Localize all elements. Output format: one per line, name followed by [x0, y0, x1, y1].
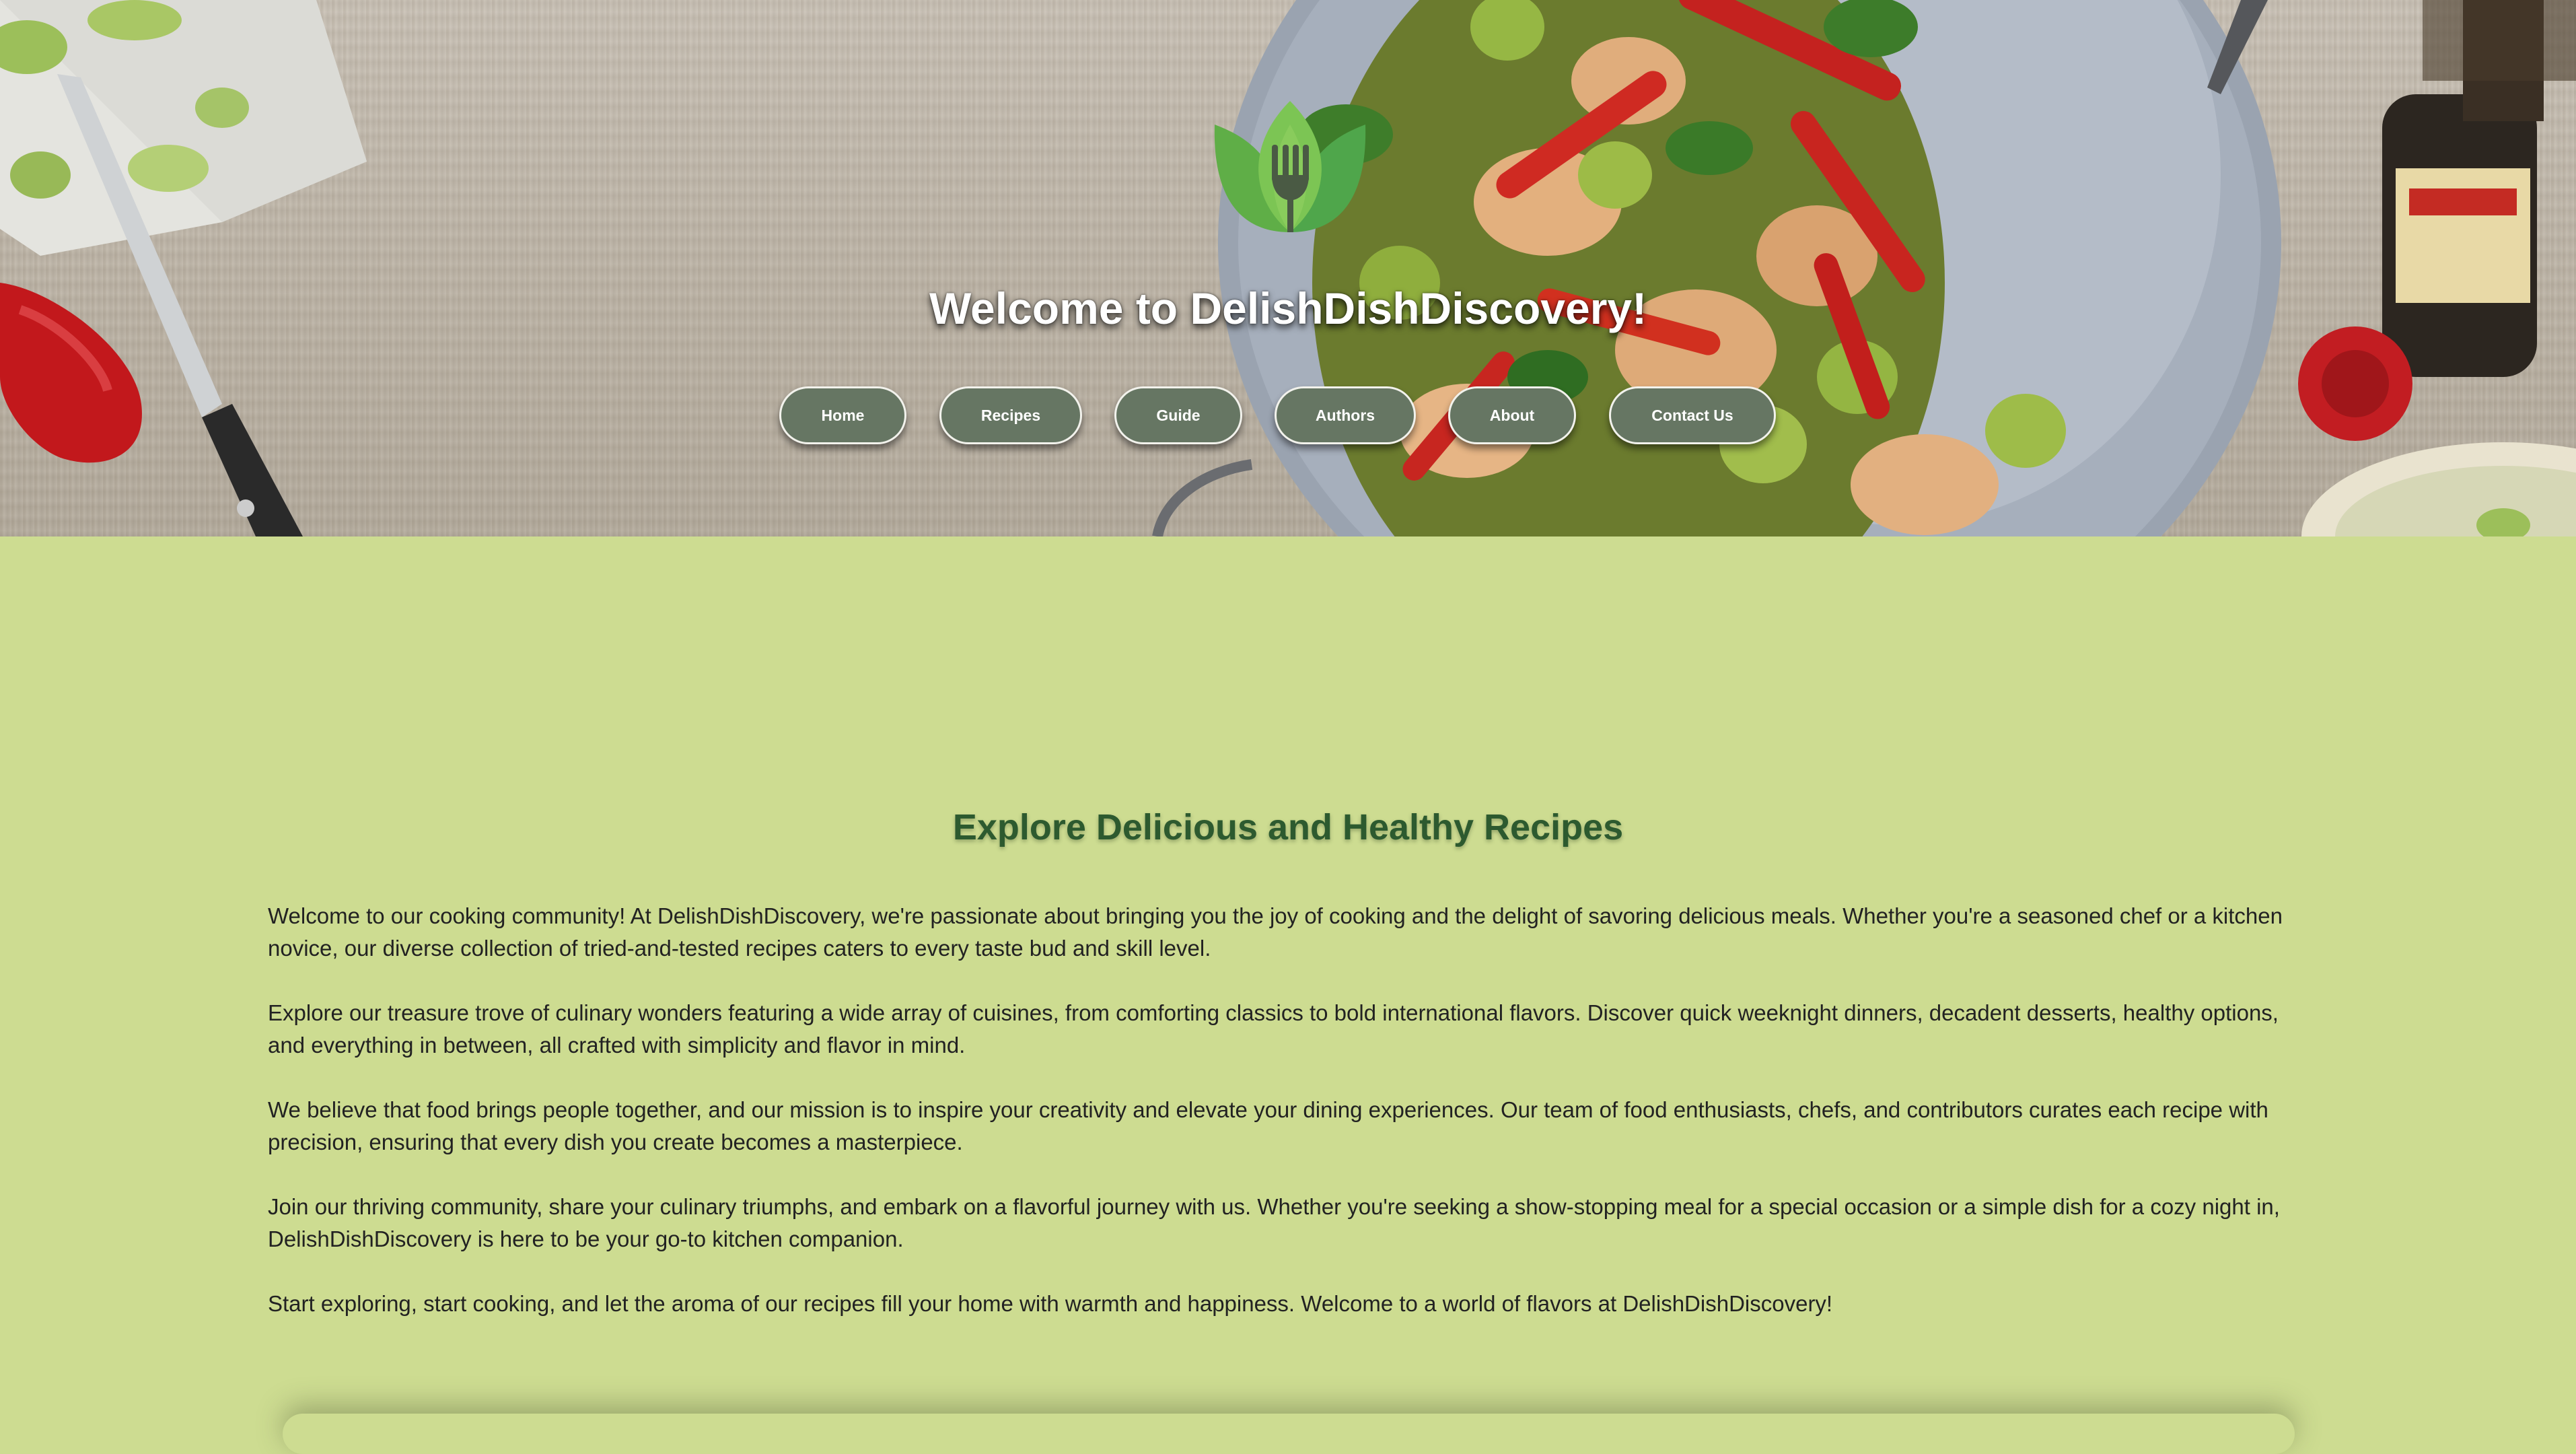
- nav-recipes-button[interactable]: Recipes: [939, 386, 1082, 444]
- nav-about-button[interactable]: About: [1448, 386, 1576, 444]
- section-heading: Explore Delicious and Healthy Recipes: [952, 807, 1624, 847]
- card-top-edge: [283, 1414, 2295, 1454]
- site-logo[interactable]: [1209, 98, 1371, 239]
- intro-paragraph: Start exploring, start cooking, and let …: [268, 1291, 1833, 1316]
- leaf-fork-logo-icon: [1214, 101, 1366, 232]
- nav-home-button[interactable]: Home: [779, 386, 906, 444]
- intro-paragraph: Welcome to our cooking community! At Del…: [268, 903, 2283, 961]
- hero-food-photo: [0, 0, 2576, 536]
- hero-title: Welcome to DelishDishDiscovery!: [929, 283, 1647, 333]
- intro-paragraph: We believe that food brings people toget…: [268, 1097, 2268, 1154]
- nav-authors-button[interactable]: Authors: [1275, 386, 1416, 444]
- hero-banner: Welcome to DelishDishDiscovery! Home Rec…: [0, 0, 2576, 536]
- nav-guide-button[interactable]: Guide: [1114, 386, 1242, 444]
- intro-text: Welcome to our cooking community! At Del…: [268, 900, 2314, 1352]
- intro-paragraph: Join our thriving community, share your …: [268, 1194, 2280, 1251]
- intro-paragraph: Explore our treasure trove of culinary w…: [268, 1000, 2279, 1058]
- nav-contact-us-button[interactable]: Contact Us: [1609, 386, 1776, 444]
- main-navigation: Home Recipes Guide Authors About Contact…: [0, 386, 2576, 448]
